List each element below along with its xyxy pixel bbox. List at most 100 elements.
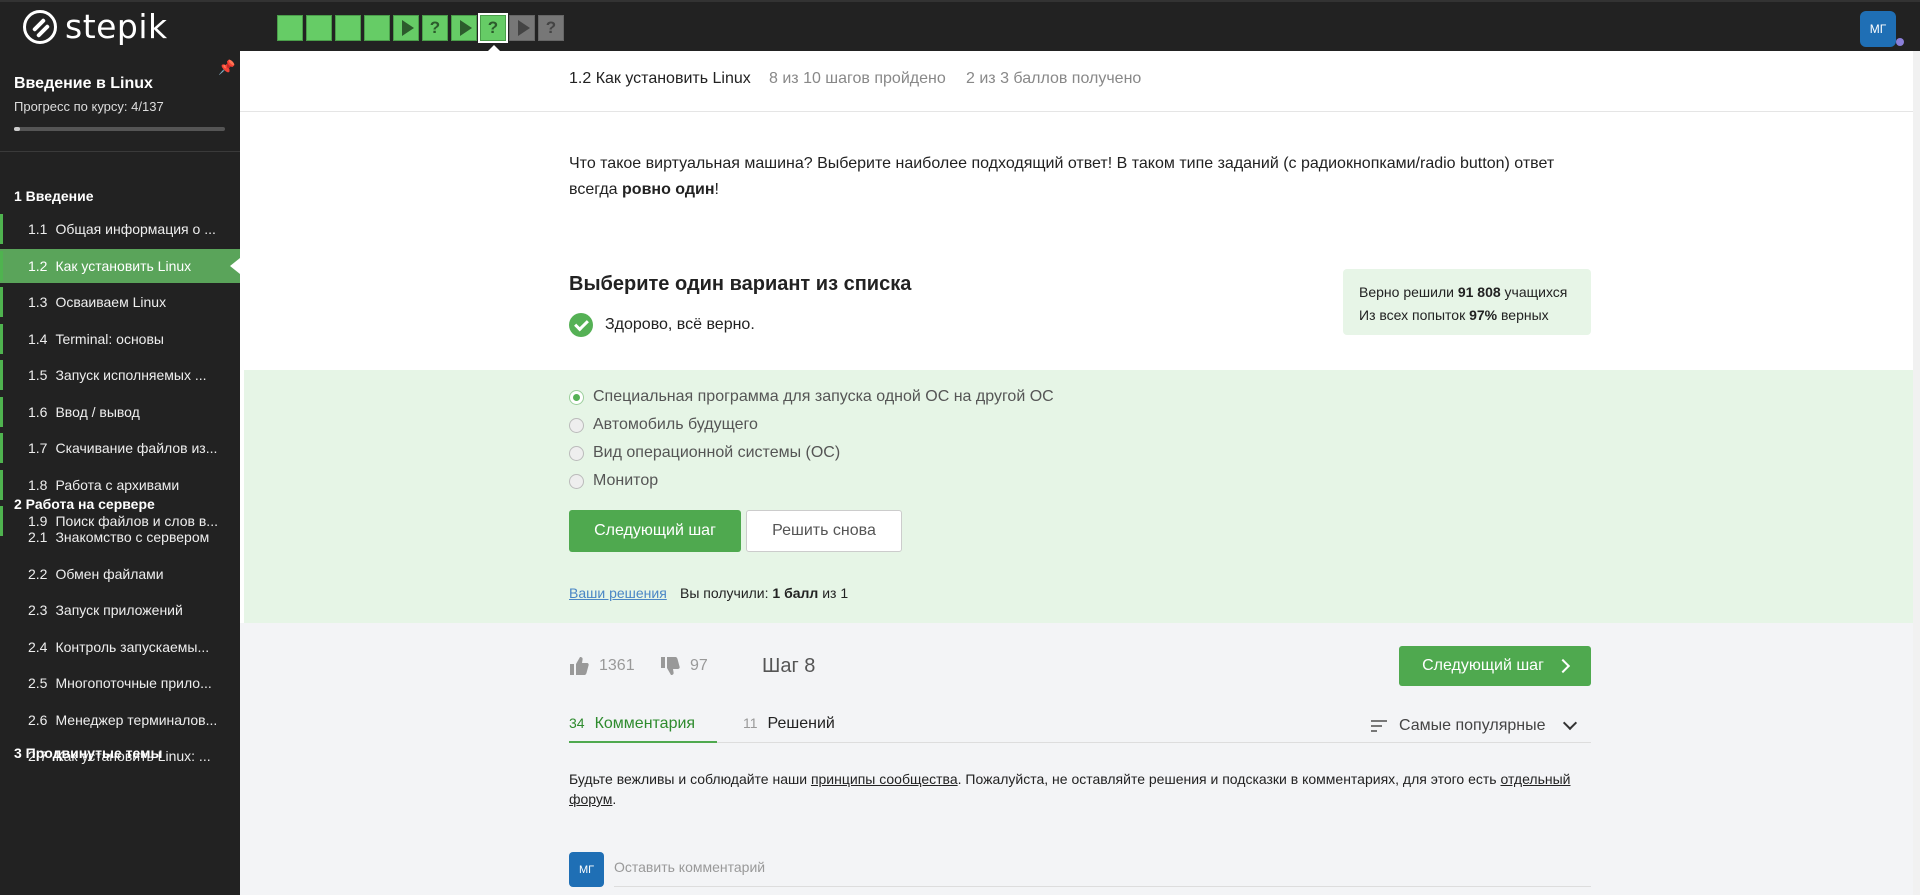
step-5-play[interactable] bbox=[393, 15, 419, 41]
your-solutions-link[interactable]: Ваши решения bbox=[569, 585, 667, 601]
stepik-logo[interactable]: stepik bbox=[23, 10, 168, 44]
sidebar-item-1-6[interactable]: 1.6 Ввод / вывод bbox=[0, 395, 240, 429]
comment-input[interactable]: Оставить комментарий bbox=[614, 857, 1591, 887]
step-9-play[interactable] bbox=[509, 15, 535, 41]
step-1-blank[interactable] bbox=[277, 15, 303, 41]
dislike-button[interactable]: 97 bbox=[660, 656, 708, 676]
step-8-question[interactable]: ? bbox=[478, 13, 508, 54]
sidebar-item-number: 1.1 bbox=[28, 221, 48, 237]
notification-dot bbox=[1896, 38, 1904, 46]
sidebar-item-number: 2.6 bbox=[28, 711, 48, 728]
lesson-progress-indicator bbox=[0, 396, 3, 427]
answer-option[interactable]: Специальная программа для запуска одной … bbox=[569, 388, 1054, 406]
pin-icon[interactable]: 📌 bbox=[218, 59, 235, 76]
answer-option[interactable]: Вид операционной системы (ОС) bbox=[569, 444, 840, 462]
tab-solutions[interactable]: 11 Решений bbox=[743, 715, 835, 743]
step-number: Шаг 8 bbox=[762, 655, 816, 677]
stats-solved-suffix: учащихся bbox=[1500, 284, 1568, 300]
sidebar-item-2-6[interactable]: 2.6 Менеджер терминалов... bbox=[0, 703, 240, 737]
sidebar-item-2-3[interactable]: 2.3 Запуск приложений bbox=[0, 593, 240, 627]
sidebar-section-3[interactable]: 3 Продвинутые темы bbox=[14, 745, 162, 761]
radio-button[interactable] bbox=[569, 417, 584, 433]
step-7-play[interactable] bbox=[451, 15, 477, 41]
sidebar-item-2-2[interactable]: 2.2 Обмен файлами bbox=[0, 557, 240, 591]
next-step-button[interactable]: Следующий шаг bbox=[569, 510, 741, 552]
radio-button[interactable] bbox=[569, 389, 584, 405]
step-4-blank[interactable] bbox=[364, 15, 390, 41]
answer-option-label: Монитор bbox=[593, 472, 659, 489]
like-button[interactable]: 1361 bbox=[569, 656, 635, 676]
course-progress-bar bbox=[14, 127, 225, 131]
footer-next-step-button[interactable]: Следующий шаг bbox=[1399, 646, 1591, 686]
stats-solved-prefix: Верно решили bbox=[1359, 284, 1458, 300]
score-received-value: 1 балл bbox=[772, 585, 819, 601]
play-icon bbox=[459, 20, 472, 36]
sidebar-divider bbox=[0, 151, 240, 152]
play-icon bbox=[401, 20, 414, 36]
quiz-heading: Выберите один вариант из списка bbox=[569, 273, 912, 295]
sidebar-item-label: Знакомство с сервером bbox=[55, 529, 210, 545]
tab-comments-label: Комментария bbox=[594, 715, 696, 732]
sidebar-item-number: 2.2 bbox=[28, 565, 48, 582]
step-2-blank[interactable] bbox=[306, 15, 332, 41]
sidebar-item-1-3[interactable]: 1.3 Осваиваем Linux bbox=[0, 285, 240, 319]
sidebar-section-1[interactable]: 1 Введение bbox=[14, 188, 94, 204]
lesson-progress-indicator bbox=[0, 214, 3, 244]
score-received: Вы получили: 1 балл из 1 bbox=[680, 585, 848, 601]
sidebar-item-label: Менеджер терминалов... bbox=[55, 711, 218, 728]
correct-status: Здорово, всё верно. bbox=[569, 313, 755, 337]
course-progress-fill bbox=[14, 127, 21, 131]
sidebar-item-2-5[interactable]: 2.5 Многопоточные прило... bbox=[0, 666, 240, 700]
lesson-progress-indicator bbox=[0, 433, 3, 463]
course-title[interactable]: Введение в Linux bbox=[14, 75, 153, 93]
check-circle-icon bbox=[569, 313, 593, 337]
sidebar-item-2-4[interactable]: 2.4 Контроль запускаемы... bbox=[0, 630, 240, 664]
page-scrollbar[interactable] bbox=[1913, 51, 1920, 895]
sidebar-item-1-2[interactable]: 1.2 Как установить Linux bbox=[0, 248, 240, 283]
sort-dropdown[interactable]: Самые популярные bbox=[1371, 715, 1578, 735]
footer-next-step-label: Следующий шаг bbox=[1422, 657, 1544, 674]
sort-label: Самые популярные bbox=[1399, 717, 1546, 734]
stats-attempts-percent: 97% bbox=[1469, 307, 1498, 323]
stats-solved-count: 91 808 bbox=[1457, 284, 1501, 300]
main-content: 1.2 Как установить Linux 8 из 10 шагов п… bbox=[240, 51, 1920, 895]
tab-solutions-count: 11 bbox=[743, 715, 758, 731]
play-icon bbox=[517, 20, 530, 36]
correct-status-text: Здорово, всё верно. bbox=[605, 316, 755, 333]
thumbs-down-icon bbox=[661, 657, 680, 675]
sidebar-item-number: 2.3 bbox=[28, 602, 48, 618]
answer-option[interactable]: Монитор bbox=[569, 472, 658, 490]
sidebar-item-number: 1.7 bbox=[28, 440, 48, 456]
question-icon: ? bbox=[429, 18, 441, 37]
sidebar-item-number: 1.2 bbox=[28, 257, 48, 274]
sidebar-item-number: 2.4 bbox=[28, 638, 48, 655]
sidebar-item-1-1[interactable]: 1.1 Общая информация о ... bbox=[0, 212, 240, 246]
radio-button[interactable] bbox=[569, 473, 584, 489]
chevron-down-icon bbox=[1563, 715, 1578, 731]
score-received-suffix: из 1 bbox=[818, 585, 849, 601]
solve-stats: Верно решили 91 808 учащихся Из всех поп… bbox=[1343, 269, 1591, 335]
step-3-blank[interactable] bbox=[335, 15, 361, 41]
lesson-score: 2 из 3 баллов получено bbox=[966, 70, 1142, 87]
course-progress-label: Прогресс по курсу: 4/137 bbox=[14, 99, 164, 114]
tab-comments[interactable]: 34 Комментария bbox=[569, 715, 717, 743]
radio-button[interactable] bbox=[569, 445, 584, 461]
step-6-question[interactable]: ? bbox=[422, 15, 448, 41]
stats-solved-line: Верно решили 91 808 учащихся bbox=[1359, 281, 1575, 304]
sidebar-item-label: Как установить Linux bbox=[55, 257, 192, 274]
user-avatar[interactable]: МГ bbox=[1860, 11, 1896, 47]
answer-option[interactable]: Автомобиль будущего bbox=[569, 416, 758, 434]
sidebar-item-1-7[interactable]: 1.7 Скачивание файлов из... bbox=[0, 431, 240, 465]
sidebar-item-label: Terminal: основы bbox=[55, 330, 164, 347]
solve-again-button[interactable]: Решить снова bbox=[746, 510, 902, 552]
sidebar-item-number: 1.6 bbox=[28, 403, 48, 420]
step-10-question[interactable]: ? bbox=[538, 15, 564, 41]
lesson-steps-progress: 8 из 10 шагов пройдено bbox=[769, 70, 946, 87]
score-received-prefix: Вы получили: bbox=[680, 585, 773, 601]
sidebar-item-1-5[interactable]: 1.5 Запуск исполняемых ... bbox=[0, 358, 240, 392]
sidebar-section-2[interactable]: 2 Работа на сервере bbox=[14, 496, 155, 512]
community-principles-link[interactable]: принципы сообщества bbox=[811, 771, 958, 787]
sidebar-item-2-1[interactable]: 2.1 Знакомство с сервером bbox=[0, 520, 240, 554]
sidebar-item-1-4[interactable]: 1.4 Terminal: основы bbox=[0, 322, 240, 356]
tab-comments-count: 34 bbox=[569, 715, 585, 731]
